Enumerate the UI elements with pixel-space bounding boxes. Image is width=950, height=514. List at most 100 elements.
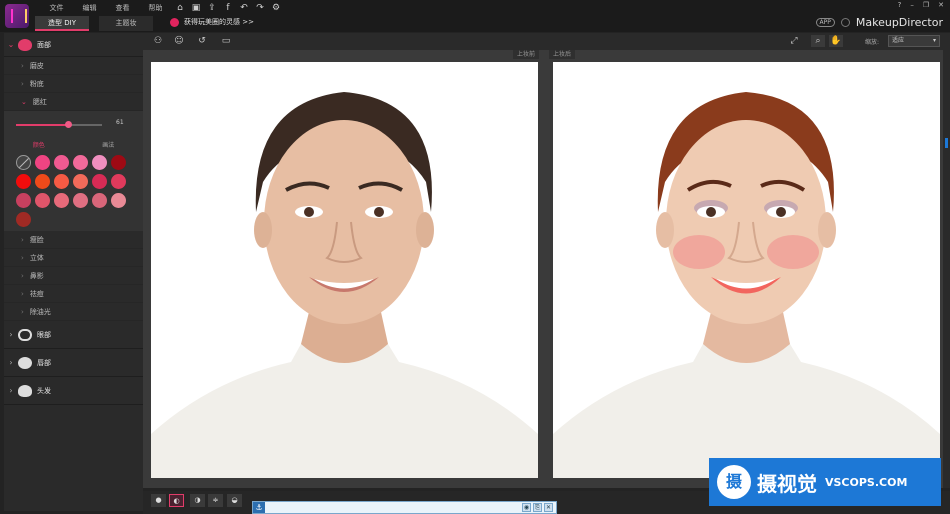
- category-face[interactable]: ⌄ 面部: [4, 33, 143, 57]
- color-swatch[interactable]: [54, 155, 69, 170]
- half-compare-icon[interactable]: ◑: [190, 494, 205, 507]
- color-swatch[interactable]: [92, 155, 107, 170]
- tab-style[interactable]: 画法: [74, 140, 144, 149]
- settings-icon[interactable]: ⚙: [268, 2, 284, 14]
- makeup-director-app: 文件 编辑 查看 帮助 ⌂ ▣ ⇪ f ↶ ↷ ⚙ 造型 DIY 主题妆 获得玩…: [0, 0, 950, 514]
- tab-theme[interactable]: 主题妆: [99, 16, 153, 31]
- menu-help[interactable]: 帮助: [139, 3, 172, 13]
- color-swatch[interactable]: [73, 155, 88, 170]
- fit-screen-icon[interactable]: ⤢: [787, 35, 801, 47]
- feature-shine-removal[interactable]: › 除油光: [4, 303, 143, 321]
- chevron-right-icon: ›: [9, 386, 13, 395]
- right-edge-bar[interactable]: [943, 50, 950, 488]
- app-badge[interactable]: APP: [815, 18, 835, 27]
- copy-icon[interactable]: ⎘: [533, 503, 542, 512]
- history-icon[interactable]: ↺: [195, 35, 209, 47]
- feature-blush[interactable]: ⌄ 腮红: [4, 93, 143, 111]
- restore-button[interactable]: ❐: [923, 1, 929, 9]
- facebook-icon[interactable]: f: [220, 2, 236, 14]
- color-swatch[interactable]: [16, 174, 31, 189]
- chevron-right-icon: ›: [21, 79, 24, 88]
- title-bar: 文件 编辑 查看 帮助 ⌂ ▣ ⇪ f ↶ ↷ ⚙ 造型 DIY 主题妆 获得玩…: [0, 0, 950, 32]
- chevron-right-icon: ›: [9, 330, 13, 339]
- anchor-icon[interactable]: ⚓: [253, 502, 265, 513]
- feature-smooth[interactable]: › 磨皮: [4, 57, 143, 75]
- feature-label: 腮红: [32, 97, 47, 106]
- user-icon[interactable]: [840, 18, 850, 27]
- before-label: 上妆前: [513, 50, 540, 59]
- promo-link[interactable]: 获得玩美圈的灵感 >>: [170, 17, 254, 27]
- single-view-icon[interactable]: ●: [151, 494, 166, 507]
- color-swatch[interactable]: [92, 174, 107, 189]
- after-photo[interactable]: [553, 62, 940, 478]
- color-swatch[interactable]: [92, 193, 107, 208]
- feature-label: 鼻影: [29, 271, 44, 280]
- color-swatch[interactable]: [111, 155, 126, 170]
- preview-area: 上妆前 上妆后: [143, 50, 943, 488]
- hair-icon: [18, 384, 32, 397]
- feature-foundation[interactable]: › 粉底: [4, 75, 143, 93]
- no-color-swatch[interactable]: [16, 155, 31, 170]
- chevron-down-icon: ⌄: [21, 97, 27, 106]
- blush-intensity-slider[interactable]: [16, 121, 102, 128]
- save-icon[interactable]: ▣: [188, 2, 204, 14]
- minimize-button[interactable]: –: [910, 1, 914, 9]
- watermark-site: VSCOPS.COM: [825, 475, 908, 489]
- menu-edit[interactable]: 编辑: [73, 3, 106, 13]
- compare-icon[interactable]: ▭: [219, 35, 233, 47]
- eye-toggle-icon[interactable]: ◉: [522, 503, 531, 512]
- before-photo[interactable]: [151, 62, 538, 478]
- category-hair[interactable]: › 头发: [4, 377, 143, 405]
- color-swatch[interactable]: [73, 174, 88, 189]
- feature-label: 立体: [29, 253, 44, 262]
- zoom-select[interactable]: 适应: [888, 35, 940, 47]
- color-swatch[interactable]: [111, 174, 126, 189]
- share-icon[interactable]: ⇪: [204, 2, 220, 14]
- split-view-icon[interactable]: ◐: [169, 494, 184, 507]
- feature-label: 祛痘: [29, 289, 44, 298]
- help-button[interactable]: ?: [898, 1, 902, 9]
- slider-fill: [16, 124, 69, 126]
- feature-nose-shadow[interactable]: › 鼻影: [4, 267, 143, 285]
- color-swatch[interactable]: [111, 193, 126, 208]
- face-detect-icon[interactable]: ☺: [172, 35, 186, 47]
- eye-icon: [18, 328, 32, 341]
- menu-view[interactable]: 查看: [106, 3, 139, 13]
- close-button[interactable]: ✕: [938, 1, 944, 9]
- home-icon[interactable]: ⌂: [172, 2, 188, 14]
- slider-handle[interactable]: [65, 121, 73, 128]
- app-logo: [5, 4, 29, 28]
- color-swatch[interactable]: [35, 155, 50, 170]
- redo-icon[interactable]: ↷: [252, 2, 268, 14]
- category-lips[interactable]: › 唇部: [4, 349, 143, 377]
- tab-diy[interactable]: 造型 DIY: [35, 16, 89, 31]
- feature-contour[interactable]: › 立体: [4, 249, 143, 267]
- close-icon[interactable]: ✕: [544, 503, 553, 512]
- chevron-right-icon: ›: [21, 253, 24, 262]
- category-eyes[interactable]: › 眼部: [4, 321, 143, 349]
- zoom-icon[interactable]: ⌕: [811, 35, 825, 47]
- feature-acne[interactable]: › 祛痘: [4, 285, 143, 303]
- category-hair-label: 头发: [37, 386, 51, 395]
- feature-slim-face[interactable]: › 瘦脸: [4, 231, 143, 249]
- color-swatch[interactable]: [73, 193, 88, 208]
- color-swatch[interactable]: [54, 174, 69, 189]
- tab-color[interactable]: 颜色: [4, 140, 74, 149]
- menu-file[interactable]: 文件: [40, 3, 73, 13]
- blush-tabs: 颜色 画法: [4, 140, 143, 149]
- undo-icon[interactable]: ↶: [236, 2, 252, 14]
- color-swatch[interactable]: [54, 193, 69, 208]
- overlay-view-icon[interactable]: ◒: [227, 494, 242, 507]
- color-swatch[interactable]: [35, 193, 50, 208]
- face-icon: [18, 38, 32, 51]
- color-swatch[interactable]: [35, 174, 50, 189]
- stack-view-icon[interactable]: ≑: [208, 494, 223, 507]
- color-swatch[interactable]: [16, 212, 31, 227]
- watermark-logo: 摄: [717, 465, 751, 499]
- color-swatch[interactable]: [16, 193, 31, 208]
- input-bar-buttons: ◉ ⎘ ✕: [522, 503, 553, 512]
- chevron-right-icon: ›: [21, 307, 24, 316]
- floating-input-bar[interactable]: ⚓ ◉ ⎘ ✕: [252, 501, 557, 514]
- multi-face-icon[interactable]: ⚇: [151, 35, 165, 47]
- pan-hand-icon[interactable]: ✋: [829, 35, 843, 47]
